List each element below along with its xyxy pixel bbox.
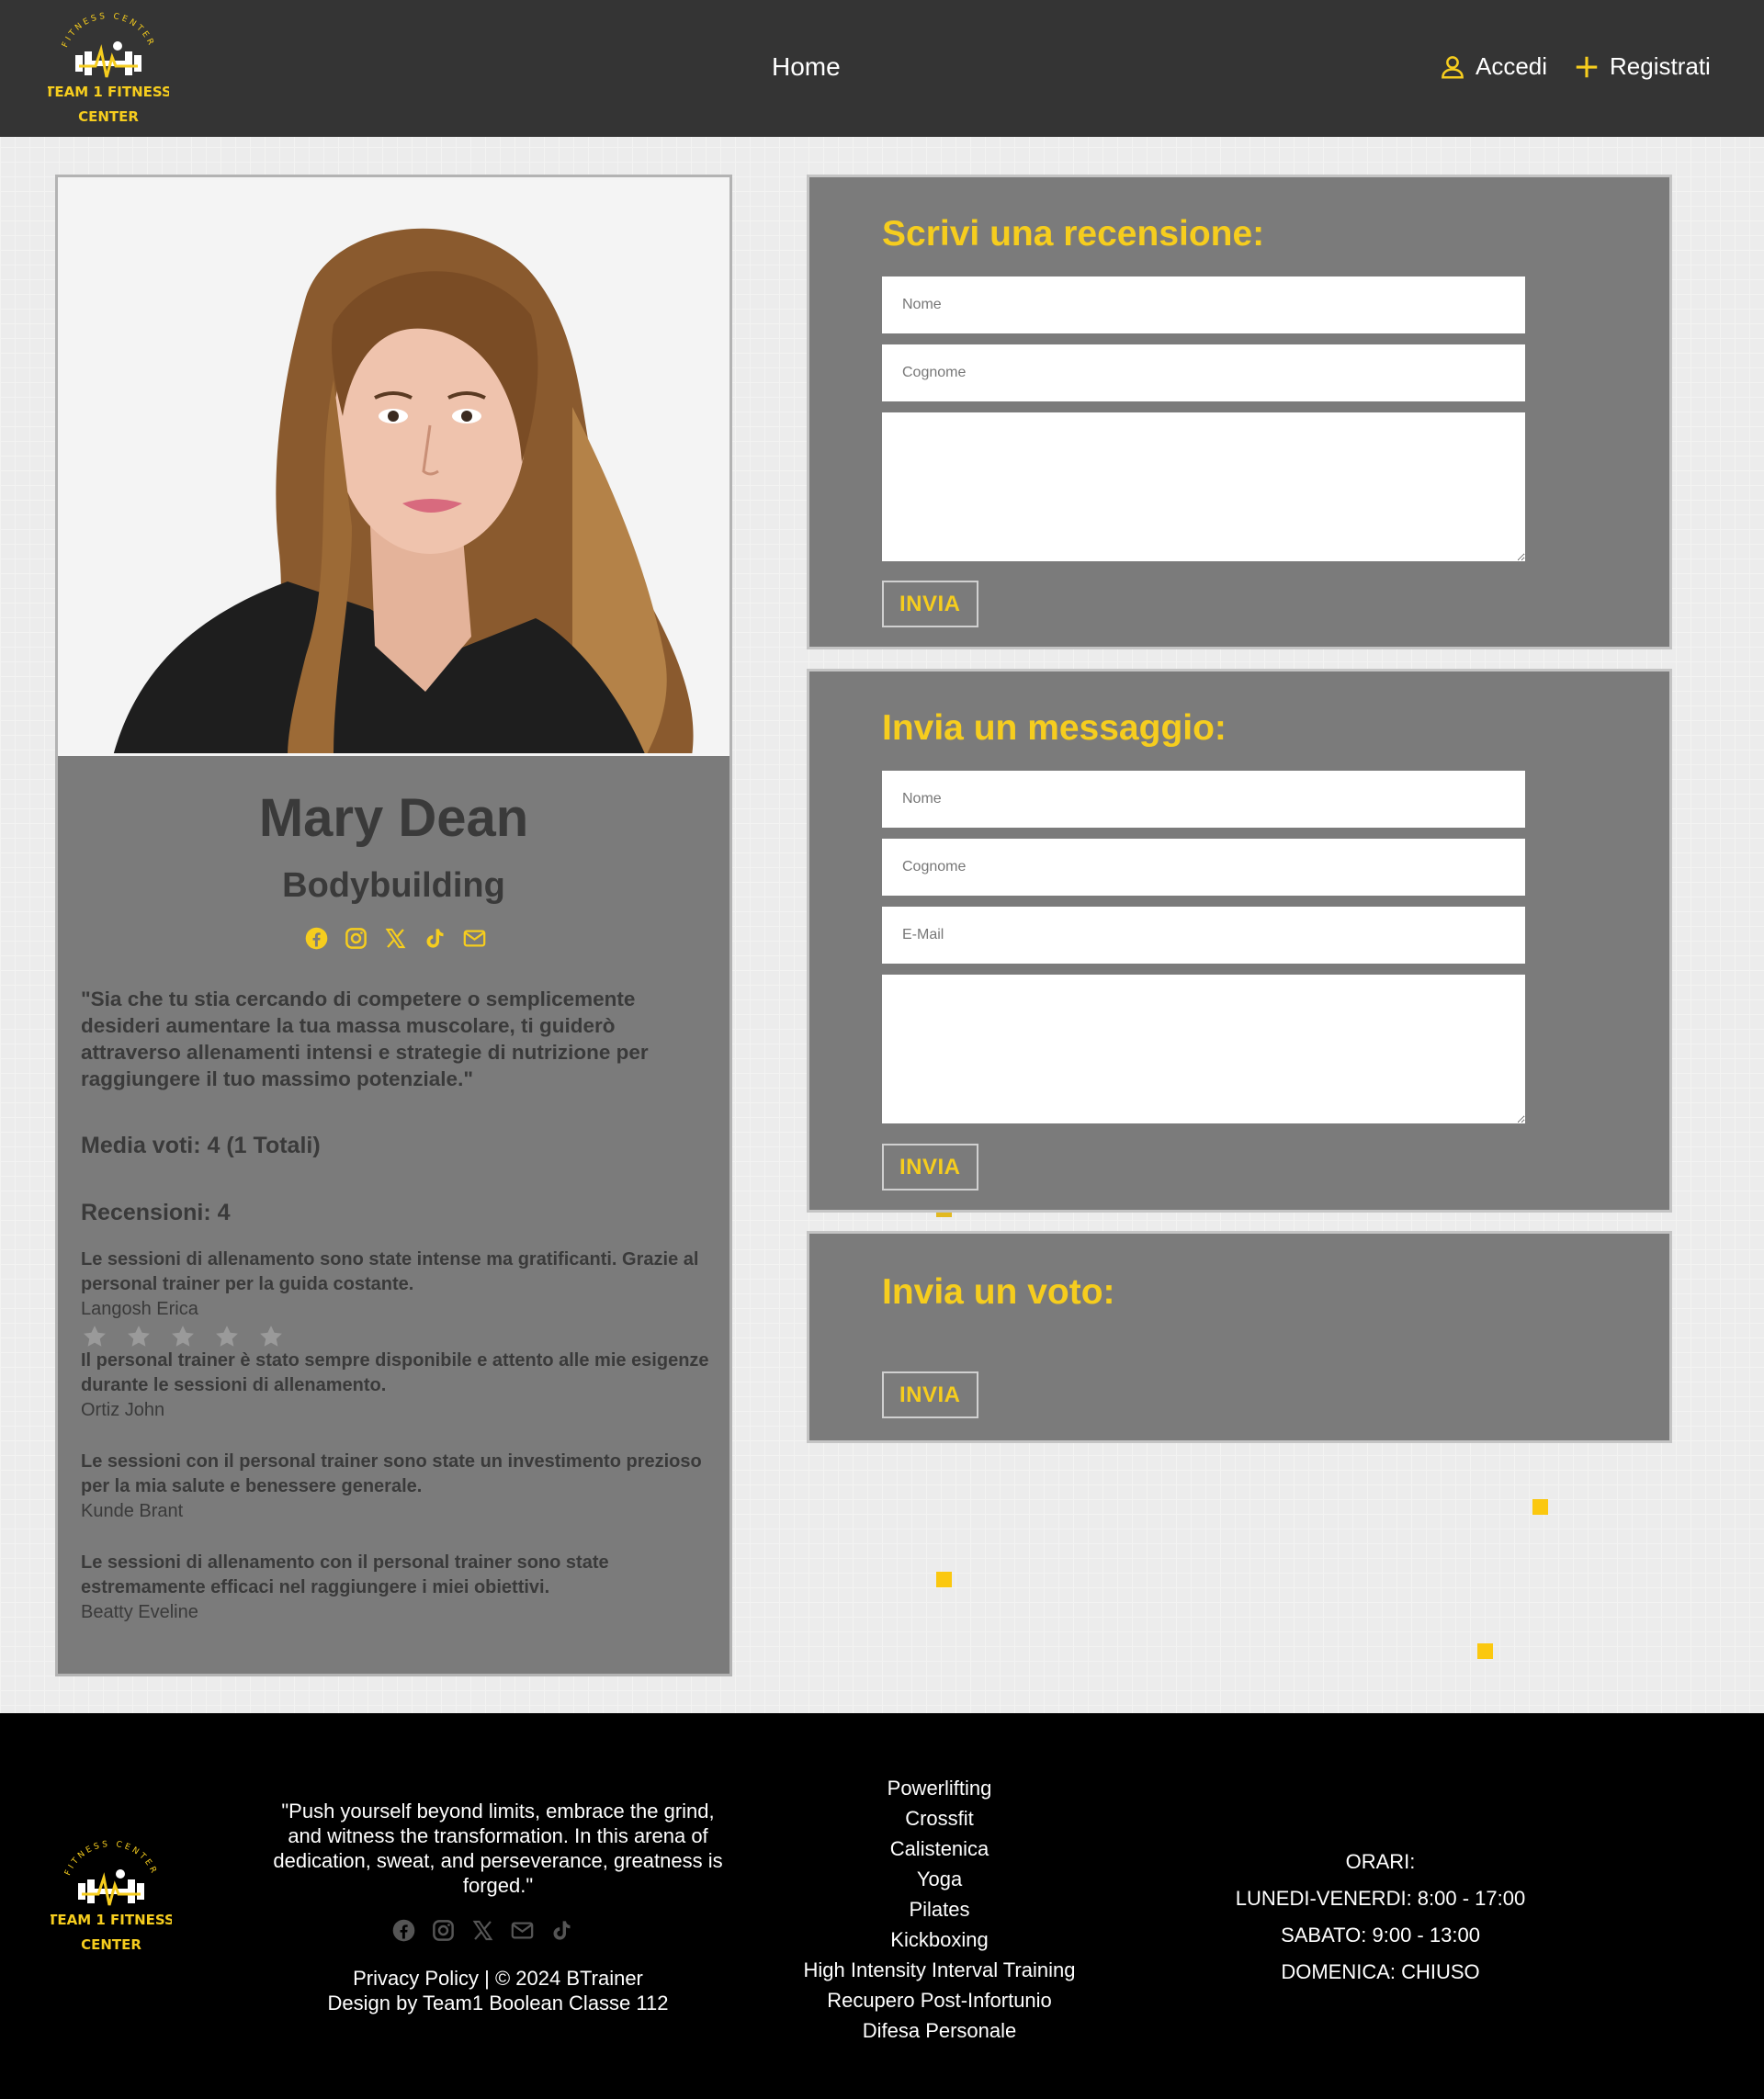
message-form: Invia un messaggio: INVIA bbox=[807, 669, 1672, 1213]
message-surname-input[interactable] bbox=[882, 839, 1525, 896]
trainer-name: Mary Dean bbox=[258, 788, 529, 848]
review-text: Le sessioni di allenamento con il person… bbox=[81, 1552, 609, 1597]
nav-login-label: Accedi bbox=[1476, 52, 1548, 80]
discipline-item[interactable]: Difesa Personale bbox=[753, 2015, 1125, 2046]
nav-register-label: Registrati bbox=[1610, 52, 1711, 80]
review-form-title: Scrivi una recensione: bbox=[882, 214, 1265, 254]
review-item: Il personal trainer è stato sempre dispo… bbox=[81, 1349, 724, 1423]
footer-copyright[interactable]: Privacy Policy | © 2024 BTrainer bbox=[268, 1966, 728, 1991]
nav-home-link[interactable]: Home bbox=[772, 52, 841, 82]
review-text: Le sessioni con il personal trainer sono… bbox=[81, 1451, 702, 1496]
hours-sunday: DOMENICA: CHIUSO bbox=[1281, 1960, 1480, 1983]
footer-disciplines-list: Powerlifting Crossfit Calistenica Yoga P… bbox=[753, 1773, 1125, 2046]
opening-hours: ORARI: LUNEDI-VENERDI: 8:00 - 17:00 SABA… bbox=[1194, 1844, 1566, 1991]
reviews-list: Le sessioni di allenamento sono state in… bbox=[81, 1247, 724, 1652]
message-name-input[interactable] bbox=[882, 771, 1525, 828]
review-item: Le sessioni di allenamento sono state in… bbox=[81, 1247, 724, 1322]
x-icon[interactable] bbox=[383, 926, 408, 955]
review-text: Il personal trainer è stato sempre dispo… bbox=[81, 1350, 709, 1395]
discipline-item[interactable]: Recupero Post-Infortunio bbox=[753, 1985, 1125, 2015]
discipline-item[interactable]: High Intensity Interval Training bbox=[753, 1955, 1125, 1985]
footer-quote: "Push yourself beyond limits, embrace th… bbox=[273, 1800, 723, 1897]
trainer-portrait-image bbox=[58, 177, 729, 753]
top-navbar: FITNESS CENTER TEAM 1 FITNESS CENTER Hom… bbox=[0, 0, 1764, 137]
message-form-title: Invia un messaggio: bbox=[882, 708, 1227, 748]
hours-title: ORARI: bbox=[1345, 1850, 1416, 1873]
logo-line1: TEAM 1 FITNESS bbox=[51, 1912, 172, 1928]
plus-icon bbox=[1576, 56, 1598, 77]
discipline-item[interactable]: Powerlifting bbox=[753, 1773, 1125, 1803]
logo-arc-text: FITNESS CENTER bbox=[63, 1840, 156, 1877]
logo-icon: FITNESS CENTER TEAM 1 FITNESS CENTER bbox=[48, 1840, 175, 1953]
nav-register-link[interactable]: Registrati bbox=[1573, 52, 1711, 81]
review-author: Langosh Erica bbox=[81, 1299, 198, 1319]
review-author: Ortiz John bbox=[81, 1400, 165, 1420]
envelope-icon[interactable] bbox=[462, 926, 487, 955]
hours-weekdays: LUNEDI-VENERDI: 8:00 - 17:00 bbox=[1235, 1887, 1526, 1910]
trainer-quote: "Sia che tu stia cercando di competere o… bbox=[81, 987, 649, 1090]
envelope-icon[interactable] bbox=[510, 1918, 535, 1947]
review-item: Le sessioni di allenamento con il person… bbox=[81, 1551, 724, 1625]
discipline-item[interactable]: Crossfit bbox=[753, 1803, 1125, 1834]
svg-text:FITNESS CENTER: FITNESS CENTER bbox=[63, 1840, 159, 1877]
footer-social-links bbox=[391, 1918, 574, 1947]
review-text-area[interactable] bbox=[882, 412, 1525, 561]
trainer-social-links bbox=[304, 926, 487, 955]
logo-line2: CENTER bbox=[78, 108, 139, 125]
decor-square bbox=[936, 1572, 952, 1587]
review-submit-button[interactable]: INVIA bbox=[882, 581, 978, 627]
rating-average: Media voti: 4 (1 Totali) bbox=[81, 1133, 321, 1158]
review-author: Kunde Brant bbox=[81, 1501, 184, 1521]
discipline-item[interactable]: Calistenica bbox=[753, 1834, 1125, 1864]
svg-text:FITNESS CENTER: FITNESS CENTER bbox=[61, 12, 156, 49]
discipline-item[interactable]: Pilates bbox=[753, 1894, 1125, 1924]
message-text-area[interactable] bbox=[882, 975, 1525, 1123]
review-surname-input[interactable] bbox=[882, 344, 1525, 401]
facebook-icon[interactable] bbox=[391, 1918, 416, 1947]
footer-credits: Design by Team1 Boolean Classe 112 bbox=[327, 1992, 669, 2014]
message-email-input[interactable] bbox=[882, 907, 1525, 964]
logo-icon: FITNESS CENTER TEAM 1 FITNESS CENTER bbox=[45, 12, 172, 125]
star-icon[interactable] bbox=[169, 1323, 197, 1350]
decor-square bbox=[1532, 1499, 1548, 1515]
review-item: Le sessioni con il personal trainer sono… bbox=[81, 1450, 724, 1524]
decor-square bbox=[1477, 1643, 1493, 1659]
trainer-photo bbox=[58, 177, 729, 756]
user-icon bbox=[1442, 55, 1464, 78]
logo-line2: CENTER bbox=[81, 1936, 141, 1953]
hours-saturday: SABATO: 9:00 - 13:00 bbox=[1281, 1924, 1480, 1947]
discipline-item[interactable]: Kickboxing bbox=[753, 1924, 1125, 1955]
x-icon[interactable] bbox=[470, 1918, 495, 1947]
tiktok-icon[interactable] bbox=[549, 1918, 574, 1947]
star-icon[interactable] bbox=[257, 1323, 285, 1350]
footer-logo[interactable]: FITNESS CENTER TEAM 1 FITNESS CENTER bbox=[48, 1837, 175, 1953]
logo-arc-text: FITNESS CENTER bbox=[61, 12, 153, 49]
vote-submit-button[interactable]: INVIA bbox=[882, 1371, 978, 1418]
review-name-input[interactable] bbox=[882, 276, 1525, 333]
star-rating bbox=[81, 1323, 285, 1350]
trainer-specialty: Bodybuilding bbox=[282, 866, 505, 905]
star-icon[interactable] bbox=[213, 1323, 241, 1350]
reviews-title: Recensioni: 4 bbox=[81, 1200, 231, 1225]
trainer-card: Mary Dean Bodybuilding "Sia che tu stia … bbox=[55, 175, 732, 1676]
tiktok-icon[interactable] bbox=[423, 926, 447, 955]
instagram-icon[interactable] bbox=[344, 926, 368, 955]
review-text: Le sessioni di allenamento sono state in… bbox=[81, 1249, 699, 1294]
facebook-icon[interactable] bbox=[304, 926, 329, 955]
star-icon[interactable] bbox=[125, 1323, 153, 1350]
logo-line1: TEAM 1 FITNESS bbox=[48, 84, 169, 100]
star-icon[interactable] bbox=[81, 1323, 108, 1350]
message-submit-button[interactable]: INVIA bbox=[882, 1144, 978, 1191]
brand-logo[interactable]: FITNESS CENTER TEAM 1 FITNESS CENTER bbox=[45, 9, 172, 125]
vote-form-title: Invia un voto: bbox=[882, 1272, 1115, 1312]
review-author: Beatty Eveline bbox=[81, 1602, 198, 1622]
vote-form: Invia un voto: INVIA bbox=[807, 1231, 1672, 1443]
review-form: Scrivi una recensione: INVIA bbox=[807, 175, 1672, 649]
footer-legal: Privacy Policy | © 2024 BTrainer Design … bbox=[268, 1966, 728, 2015]
nav-login-link[interactable]: Accedi bbox=[1439, 52, 1547, 81]
discipline-item[interactable]: Yoga bbox=[753, 1864, 1125, 1894]
instagram-icon[interactable] bbox=[431, 1918, 456, 1947]
